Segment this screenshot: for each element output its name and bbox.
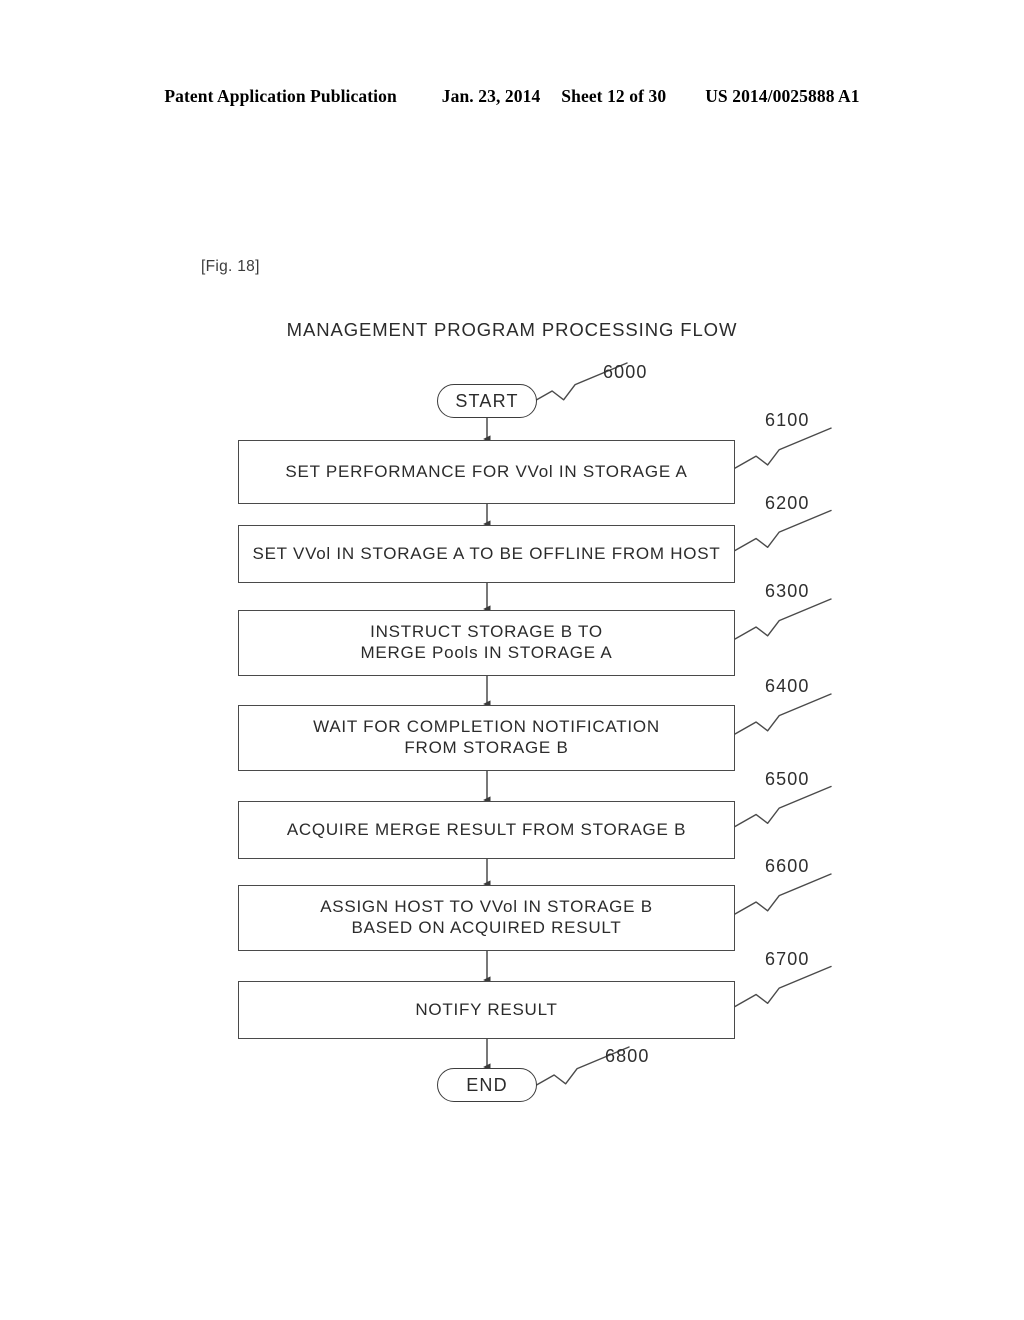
flow-step-6100: SET PERFORMANCE FOR VVol IN STORAGE A xyxy=(238,440,735,504)
flow-step-label-6100: SET PERFORMANCE FOR VVol IN STORAGE A xyxy=(285,462,687,483)
ref-numeral-end: 6800 xyxy=(605,1046,650,1066)
flow-step-line: BASED ON ACQUIRED RESULT xyxy=(351,918,622,937)
leader-line-6500 xyxy=(734,785,832,828)
flow-step-6300: INSTRUCT STORAGE B TO MERGE Pools IN STOR… xyxy=(238,610,735,676)
flow-step-label-6300: INSTRUCT STORAGE B TO MERGE Pools IN STOR… xyxy=(361,622,613,663)
flow-step-line: WAIT FOR COMPLETION NOTIFICATION xyxy=(313,717,660,737)
ref-numeral-6300: 6300 xyxy=(765,581,810,602)
page-header: Patent Application Publication Jan. 23, … xyxy=(0,86,1024,107)
flow-step-label-6700: NOTIFY RESULT xyxy=(415,1000,557,1021)
ref-numeral-6100: 6100 xyxy=(765,410,810,431)
flow-step-6700: NOTIFY RESULT xyxy=(238,981,735,1039)
flow-step-6400: WAIT FOR COMPLETION NOTIFICATION FROM STO… xyxy=(238,705,735,771)
leader-line-6100 xyxy=(734,427,832,469)
leader-line-6400 xyxy=(734,693,832,735)
flow-step-line: SET PERFORMANCE FOR VVol IN STORAGE A xyxy=(285,461,688,481)
header-sheet: Sheet 12 of 30 xyxy=(561,86,667,106)
leader-line-6700 xyxy=(734,965,832,1008)
leader-line-6600 xyxy=(734,873,832,915)
flow-step-label-6200: SET VVol IN STORAGE A TO BE OFFLINE FROM… xyxy=(253,544,721,565)
figure-title: MANAGEMENT PROGRAM PROCESSING FLOW xyxy=(286,319,738,340)
flow-step-label-6500: ACQUIRE MERGE RESULT FROM STORAGE B xyxy=(287,820,686,841)
flow-step-line: SET VVol IN STORAGE A TO BE OFFLINE FROM… xyxy=(252,543,721,563)
flow-step-line: ASSIGN HOST TO VVol IN STORAGE B xyxy=(320,897,653,917)
ref-numeral-6700: 6700 xyxy=(765,948,810,969)
ref-numeral-6600: 6600 xyxy=(765,856,810,877)
leader-line-6200 xyxy=(734,509,832,552)
flow-step-6200: SET VVol IN STORAGE A TO BE OFFLINE FROM… xyxy=(238,525,735,583)
flow-step-label-6400: WAIT FOR COMPLETION NOTIFICATION FROM STO… xyxy=(313,717,660,758)
leader-line-6300 xyxy=(734,598,832,640)
flow-step-6600: ASSIGN HOST TO VVol IN STORAGE B BASED ON… xyxy=(238,885,735,951)
ref-numeral-6400: 6400 xyxy=(765,676,810,697)
ref-numeral-6200: 6200 xyxy=(765,492,810,513)
header-publication: Patent Application Publication xyxy=(164,86,397,106)
flow-step-6500: ACQUIRE MERGE RESULT FROM STORAGE B xyxy=(238,801,735,859)
flow-step-line: MERGE Pools IN STORAGE A xyxy=(360,643,613,662)
flow-step-line: NOTIFY RESULT xyxy=(415,999,558,1019)
flow-node-end: END xyxy=(437,1068,537,1102)
flow-step-line: INSTRUCT STORAGE B TO xyxy=(370,622,603,642)
ref-numeral-6500: 6500 xyxy=(765,768,810,789)
flow-node-start: START xyxy=(437,384,537,418)
figure-label: [Fig. 18] xyxy=(201,258,260,275)
header-date: Jan. 23, 2014 xyxy=(441,86,541,106)
header-docnumber: US 2014/0025888 A1 xyxy=(705,86,860,106)
flow-step-line: ACQUIRE MERGE RESULT FROM STORAGE B xyxy=(286,819,687,839)
flow-step-line: FROM STORAGE B xyxy=(404,738,569,757)
flow-step-label-6600: ASSIGN HOST TO VVol IN STORAGE B BASED ON… xyxy=(320,897,653,938)
ref-numeral-start: 6000 xyxy=(603,362,648,382)
